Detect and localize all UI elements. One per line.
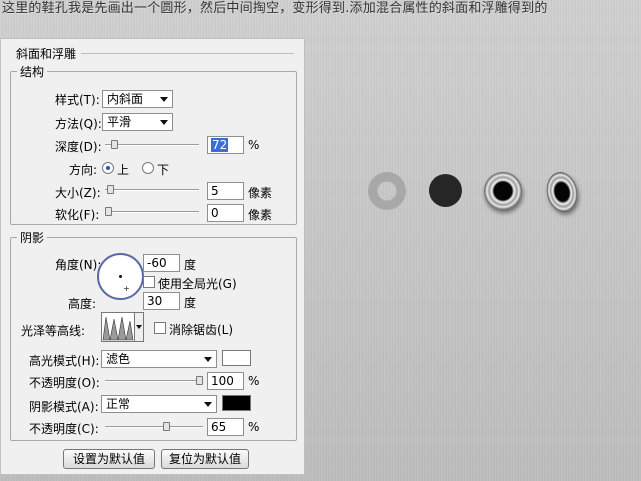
angle-dial-center — [119, 275, 122, 278]
soften-slider-track — [105, 211, 199, 213]
highlight-opacity-unit: % — [248, 374, 260, 388]
global-light-checkbox[interactable] — [143, 276, 155, 288]
gloss-contour-label: 光泽等高线: — [21, 324, 86, 338]
depth-slider-thumb[interactable] — [111, 140, 118, 149]
soften-slider[interactable] — [105, 207, 199, 217]
highlight-mode-label: 高光模式(H): — [29, 354, 100, 368]
style-select[interactable]: 内斜面 — [102, 90, 173, 108]
antialias-label: 消除锯齿(L) — [169, 323, 234, 337]
chevron-down-icon — [204, 402, 212, 407]
shadow-opacity-thumb[interactable] — [163, 422, 170, 431]
soften-input[interactable]: 0 — [207, 204, 244, 222]
title-divider — [81, 53, 294, 54]
set-default-button[interactable]: 设置为默认值 — [63, 449, 155, 469]
depth-slider[interactable] — [105, 140, 199, 150]
size-slider[interactable] — [105, 185, 199, 195]
global-light-label: 使用全局光(G) — [158, 277, 237, 291]
method-select-value: 平滑 — [107, 115, 132, 129]
tutorial-caption: 这里的鞋孔我是先画出一个圆形，然后中间掏空，变形得到.添加混合属性的斜面和浮雕得… — [2, 1, 548, 16]
chevron-down-icon — [160, 120, 168, 125]
chevron-down-icon — [160, 97, 168, 102]
size-input[interactable]: 5 — [207, 182, 244, 200]
size-unit: 像素 — [248, 186, 273, 200]
eyelet-beveled-oval — [543, 169, 581, 215]
shadow-opacity-label: 不透明度(C): — [29, 422, 99, 436]
light-source-crosshair-icon: + — [123, 284, 130, 293]
method-label: 方法(Q): — [55, 117, 102, 131]
size-slider-thumb[interactable] — [107, 185, 114, 194]
shadow-opacity-input[interactable]: 65 — [207, 418, 244, 436]
gloss-contour-dropdown[interactable] — [135, 312, 144, 342]
panel-title: 斜面和浮雕 — [13, 45, 80, 62]
direction-label: 方向: — [69, 163, 98, 177]
shadow-opacity-unit: % — [248, 420, 260, 434]
angle-unit: 度 — [184, 258, 197, 272]
altitude-input[interactable]: 30 — [143, 292, 180, 310]
shadow-mode-label: 阴影模式(A): — [29, 400, 99, 414]
structure-legend: 结构 — [20, 65, 45, 79]
shadow-mode-select[interactable]: 正常 — [101, 395, 217, 413]
contour-curve-icon — [102, 316, 134, 341]
shadow-opacity-track — [105, 426, 203, 428]
method-select[interactable]: 平滑 — [102, 113, 173, 131]
shadow-color-swatch[interactable] — [222, 395, 251, 411]
soften-label: 软化(F): — [55, 208, 100, 222]
reset-default-button[interactable]: 复位为默认值 — [161, 449, 249, 469]
altitude-label: 高度: — [68, 297, 97, 311]
eyelet-outline-ring — [368, 172, 406, 210]
highlight-color-swatch[interactable] — [222, 350, 251, 366]
shadow-mode-value: 正常 — [106, 397, 131, 411]
angle-input[interactable]: -60 — [143, 254, 180, 272]
altitude-unit: 度 — [184, 296, 197, 310]
style-select-value: 内斜面 — [107, 92, 144, 106]
direction-up-radio[interactable] — [102, 162, 114, 174]
gloss-contour-swatch[interactable] — [101, 312, 135, 342]
chevron-down-icon — [136, 325, 142, 329]
eyelet-beveled-round — [484, 172, 522, 210]
bevel-emboss-panel: 斜面和浮雕 结构 样式(T): 内斜面 方法(Q): 平滑 深度(D): 72 … — [0, 38, 305, 475]
shading-legend: 阴影 — [20, 231, 45, 245]
size-slider-track — [105, 189, 199, 191]
soften-slider-thumb[interactable] — [105, 207, 112, 216]
eyelet-solid-circle — [429, 174, 462, 207]
soften-unit: 像素 — [248, 208, 273, 222]
depth-unit: % — [248, 138, 260, 152]
direction-down-label: 下 — [157, 163, 170, 177]
shadow-opacity-slider[interactable] — [105, 422, 203, 432]
highlight-mode-select[interactable]: 滤色 — [101, 350, 217, 368]
style-label: 样式(T): — [55, 93, 100, 107]
highlight-opacity-input[interactable]: 100 — [207, 372, 244, 390]
depth-input-value: 72 — [211, 138, 229, 152]
depth-slider-track — [105, 144, 199, 146]
depth-label: 深度(D): — [55, 140, 102, 154]
highlight-mode-value: 滤色 — [106, 352, 131, 366]
highlight-opacity-label: 不透明度(O): — [29, 376, 100, 390]
highlight-opacity-slider[interactable] — [105, 376, 203, 386]
direction-down-radio[interactable] — [142, 162, 154, 174]
antialias-checkbox[interactable] — [154, 322, 166, 334]
highlight-opacity-thumb[interactable] — [196, 376, 203, 385]
highlight-opacity-track — [105, 380, 203, 382]
chevron-down-icon — [204, 357, 212, 362]
angle-dial[interactable]: + — [97, 253, 144, 300]
angle-label: 角度(N): — [55, 258, 102, 272]
direction-up-label: 上 — [117, 163, 130, 177]
size-label: 大小(Z): — [55, 186, 101, 200]
depth-input[interactable]: 72 — [207, 136, 244, 154]
